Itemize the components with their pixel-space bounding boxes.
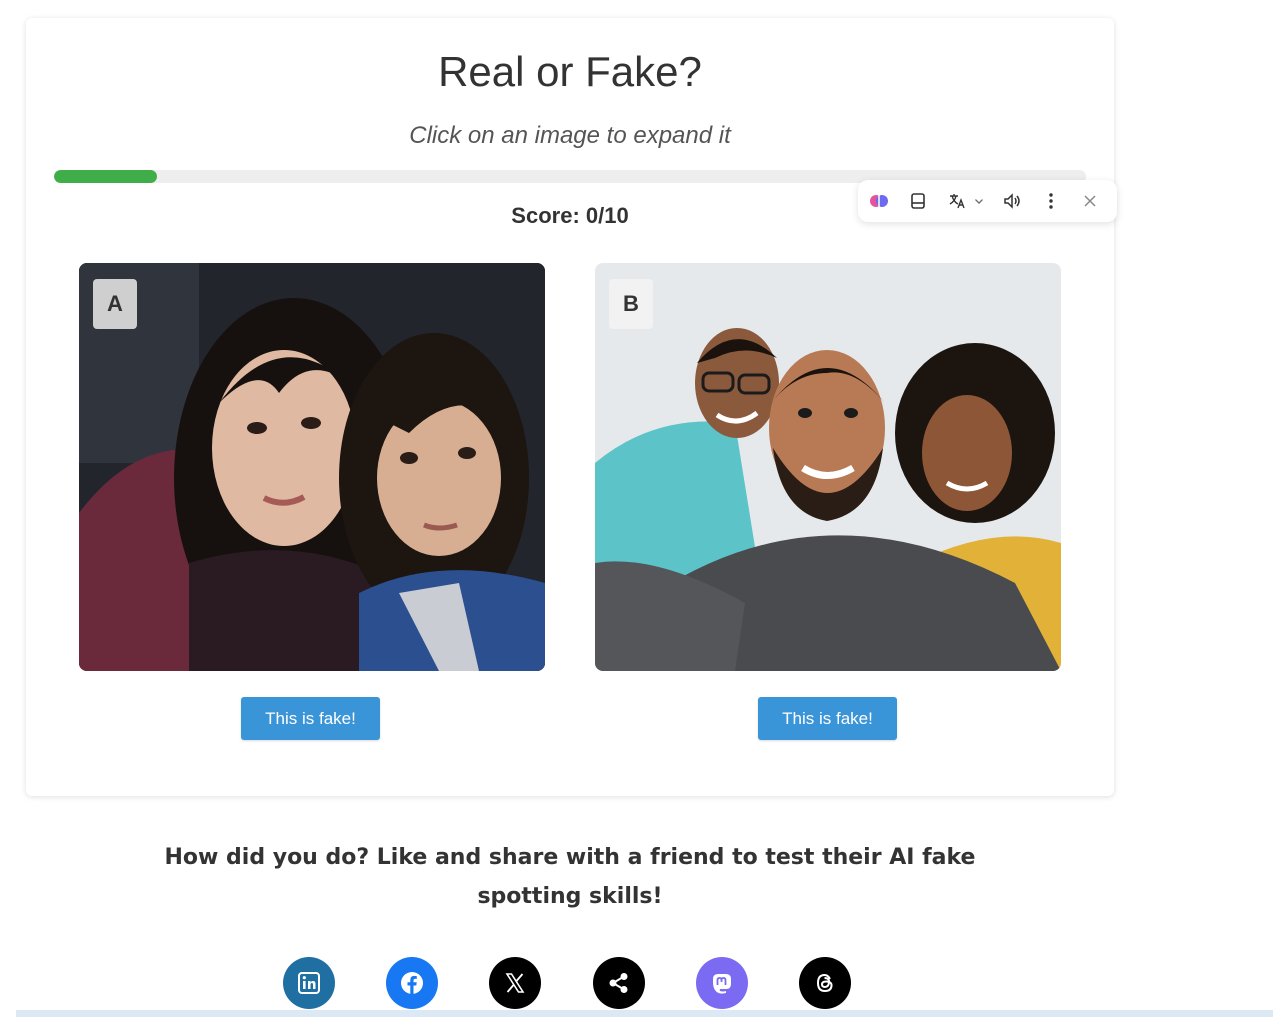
image-a[interactable]: A: [79, 263, 545, 671]
quiz-card: Real or Fake? Click on an image to expan…: [26, 18, 1114, 796]
extension-toolbar: [858, 180, 1117, 222]
brain-icon[interactable]: [866, 188, 891, 214]
linkedin-icon: [298, 972, 320, 994]
threads-share-button[interactable]: [799, 957, 851, 1009]
page-subtitle: Click on an image to expand it: [409, 122, 731, 149]
generic-share-button[interactable]: [593, 957, 645, 1009]
x-share-button[interactable]: [489, 957, 541, 1009]
more-vertical-icon[interactable]: [1039, 188, 1064, 214]
page-title: Real or Fake?: [438, 48, 702, 95]
image-a-label: A: [93, 279, 137, 329]
fake-button-b[interactable]: This is fake!: [758, 697, 897, 740]
share-prompt: How did you do? Like and share with a fr…: [164, 845, 976, 909]
reader-icon[interactable]: [905, 188, 930, 214]
mastodon-share-button[interactable]: [696, 957, 748, 1009]
progress-fill: [54, 170, 158, 183]
image-b[interactable]: B: [595, 263, 1061, 671]
page-bottom-edge: [16, 1010, 1273, 1017]
facebook-share-button[interactable]: [386, 957, 438, 1009]
mastodon-icon: [713, 974, 731, 994]
speaker-icon[interactable]: [1000, 188, 1025, 214]
threads-icon: [816, 973, 833, 993]
image-b-illustration: [595, 263, 1061, 671]
fake-button-a[interactable]: This is fake!: [241, 697, 380, 740]
linkedin-share-button[interactable]: [283, 957, 335, 1009]
image-a-illustration: [79, 263, 545, 671]
x-icon: [505, 973, 525, 993]
facebook-icon: [401, 972, 423, 994]
share-icon: [609, 973, 628, 993]
chevron-down-icon[interactable]: [972, 188, 986, 214]
close-icon[interactable]: [1078, 188, 1103, 214]
image-b-label: B: [609, 279, 653, 329]
translate-icon[interactable]: [944, 188, 969, 214]
